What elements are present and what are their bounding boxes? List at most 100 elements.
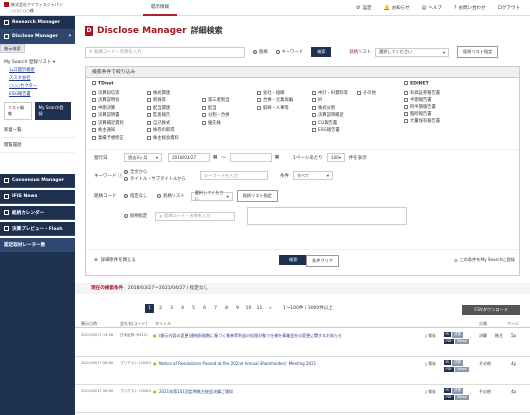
checkbox[interactable]	[312, 90, 316, 95]
tdnet-checkbox-item[interactable]: 決算説明書	[92, 112, 119, 119]
checkbox[interactable]	[404, 81, 408, 85]
tdnet-checkbox-item[interactable]: 決算説明会	[92, 97, 119, 104]
tdnet-checkbox-item[interactable]: IR	[312, 97, 322, 104]
tdnet-checkbox-item[interactable]: 配当	[202, 104, 217, 111]
page-button[interactable]: 4	[178, 304, 187, 313]
checkbox[interactable]	[147, 98, 151, 102]
clear-button[interactable]: 条件クリア	[306, 255, 339, 267]
tdnet-header[interactable]: TDnet	[92, 81, 114, 87]
checkbox[interactable]	[92, 135, 96, 140]
checkbox[interactable]	[404, 111, 408, 116]
sidebar-consensus-manager[interactable]: Consensus Manager	[0, 174, 75, 188]
sidebar-disclose-manager[interactable]: Disclose Manager ▾	[0, 30, 75, 44]
sidebar-item-history[interactable]: 閲覧履歴	[0, 138, 75, 153]
page-button[interactable]: 10	[244, 304, 253, 313]
checkbox[interactable]	[312, 105, 316, 110]
edinet-checkbox-item[interactable]: 大量保有報告書	[404, 117, 514, 124]
tag-icon[interactable]: PDF	[443, 338, 455, 344]
checkbox[interactable]	[92, 81, 96, 85]
checkbox[interactable]	[147, 135, 151, 140]
tag-icon[interactable]: PDF	[443, 394, 455, 400]
register-mysearch-check[interactable]: ⊘ この条件をMy Searchに登録	[454, 257, 515, 263]
page-button[interactable]: 2	[156, 304, 165, 313]
row-title[interactable]: Notice of Resolutions Passed at the 202n…	[159, 361, 419, 366]
period-select[interactable]: 過去3ヶ月 ▾	[124, 153, 162, 162]
tag-icon[interactable]: IR	[443, 331, 451, 337]
tdnet-checkbox-item[interactable]: 業績予想修正	[92, 134, 124, 141]
checkbox[interactable]	[312, 128, 316, 132]
page-button[interactable]: 8	[222, 304, 231, 313]
checkbox[interactable]	[404, 90, 408, 95]
checkbox[interactable]	[92, 90, 96, 95]
per-page-select[interactable]: 100 ▾	[326, 153, 345, 162]
tdnet-checkbox-item[interactable]: 第三者割当	[202, 97, 229, 104]
checkbox[interactable]	[404, 118, 408, 123]
tdnet-checkbox-item[interactable]: 新株等	[147, 97, 166, 104]
tdnet-checkbox-item[interactable]: 株主通知	[92, 127, 115, 134]
tdnet-checkbox-item[interactable]: 会社・組織	[257, 89, 284, 96]
tag-icon[interactable]: 決算	[451, 387, 463, 394]
sidebar-calendar[interactable]: 銘柄カレンダー	[0, 206, 75, 220]
keyword-cond-select[interactable]: すべて ▾	[293, 171, 333, 180]
tag-icon[interactable]: News	[455, 394, 469, 400]
checkbox[interactable]	[404, 97, 408, 102]
sidebar-mysearch-item[interactable]: ススネ会社	[0, 75, 75, 83]
tdnet-checkbox-item[interactable]: 自己株式	[147, 119, 170, 126]
checkbox[interactable]	[202, 98, 206, 102]
checkbox[interactable]	[202, 113, 206, 117]
radio-list[interactable]: 銘柄リスト	[157, 193, 185, 199]
code-list-select[interactable]: 選択してください ▾	[190, 190, 233, 201]
sidebar-research-manager[interactable]: Research Manager	[0, 16, 75, 30]
table-row[interactable]: 2021/05/17 06:00 プリテスト (2040) ● Notice of R…	[75, 357, 530, 385]
row-company[interactable]: 日本証券 (9412)	[120, 333, 152, 338]
help-link[interactable]: ▤ ヘルプ	[422, 5, 442, 11]
tdnet-checkbox-item[interactable]: 決算短信等	[92, 89, 119, 96]
tdnet-checkbox-item[interactable]: 株券の取得	[147, 127, 174, 134]
radio-none[interactable]: 指定なし	[124, 193, 147, 199]
page-button[interactable]: 5	[189, 304, 198, 313]
sidebar-ifis-news[interactable]: IFIS News	[0, 190, 75, 204]
settings-link[interactable]: ⚙ 設定	[356, 5, 371, 11]
tdnet-checkbox-item[interactable]: 監査報告	[147, 112, 170, 119]
row-title[interactable]: 2021年第101回定時株主総会決議ご通知	[159, 389, 419, 395]
list-select[interactable]: 選択してください ▾	[374, 47, 449, 57]
radio-name[interactable]: 銘柄	[253, 49, 268, 55]
radio-specify[interactable]: 銘柄指定	[124, 213, 147, 219]
calendar-icon[interactable]: ▦	[275, 155, 279, 160]
sidebar-item-detail-search[interactable]: 開示検索	[0, 44, 25, 53]
edinet-header[interactable]: EDINET	[404, 81, 429, 87]
tdnet-checkbox-item[interactable]: その他	[357, 89, 376, 96]
tdnet-checkbox-item[interactable]: ESG報告書	[312, 127, 340, 134]
calendar-icon[interactable]: ▦	[213, 155, 217, 160]
mysearch-register-button[interactable]: My Search登録	[34, 102, 71, 120]
checkbox[interactable]	[404, 104, 408, 109]
page-button[interactable]: 6	[200, 304, 209, 313]
edinet-checkbox-item[interactable]: 有価証券報告書	[404, 89, 514, 96]
save-flag[interactable]: ▯ 保存	[425, 389, 436, 395]
code-list-button[interactable]: 銘柄リスト指定	[236, 190, 278, 202]
checkbox[interactable]	[92, 98, 96, 102]
checkbox[interactable]	[147, 113, 151, 117]
checkbox[interactable]	[147, 90, 151, 95]
tdnet-checkbox-item[interactable]: 株式分割	[312, 104, 335, 111]
tdnet-checkbox-item[interactable]: 配当関連	[147, 104, 170, 111]
tag-icon[interactable]: News	[455, 366, 469, 372]
notice-link[interactable]: 🔔 お知らせ	[383, 5, 409, 11]
save-flag[interactable]: ▯ 保存	[425, 361, 436, 367]
checkbox[interactable]	[92, 105, 96, 110]
checkbox[interactable]	[202, 120, 206, 125]
search-button[interactable]: 検索	[279, 255, 308, 265]
contact-link[interactable]: ? お問い合わせ	[454, 5, 486, 11]
page-button[interactable]: 11	[255, 304, 264, 313]
tab-disclosure[interactable]: 開示情報	[143, 0, 177, 16]
checkbox[interactable]	[312, 98, 316, 102]
checkbox[interactable]	[257, 90, 261, 95]
quick-search-button[interactable]: 検索	[311, 47, 332, 57]
edinet-checkbox-item[interactable]: 半期報告書	[404, 96, 514, 103]
keyword-input[interactable]: キーワードを入力	[200, 171, 268, 180]
tdnet-checkbox-item[interactable]: 合併・企業再編	[257, 97, 293, 104]
tdnet-checkbox-item[interactable]: 決算説明補足	[312, 112, 344, 119]
tdnet-checkbox-item[interactable]: 株式関連	[147, 89, 170, 96]
tag-icon[interactable]: 決算	[451, 331, 463, 338]
tag-icon[interactable]: 決算	[451, 359, 463, 366]
